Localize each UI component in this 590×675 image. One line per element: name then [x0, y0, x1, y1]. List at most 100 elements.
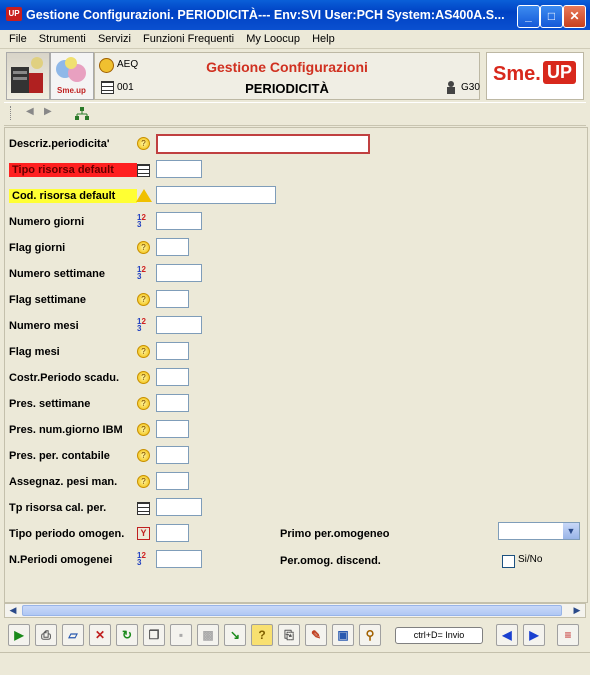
scroll-right-icon[interactable]: ▶ — [570, 604, 584, 617]
scroll-thumb[interactable] — [22, 605, 562, 616]
help-icon[interactable]: ? — [137, 449, 150, 462]
flag-giorni-input[interactable] — [156, 238, 189, 256]
assegnaz-pesi-input[interactable] — [156, 472, 189, 490]
label-numero-mesi: Numero mesi — [9, 320, 79, 332]
table-icon[interactable] — [137, 164, 150, 177]
flag-settimane-input[interactable] — [156, 290, 189, 308]
close-button[interactable]: ✕ — [563, 5, 586, 28]
tipo-periodo-omogen-input[interactable] — [156, 524, 189, 542]
help-icon[interactable]: ? — [137, 293, 150, 306]
image-icon[interactable]: ▣ — [332, 624, 354, 646]
minimize-button[interactable]: _ — [517, 5, 540, 28]
label-primo-per-omogeneo: Primo per.omogeneo — [280, 528, 390, 540]
pres-settimane-input[interactable] — [156, 394, 189, 412]
brand-up: UP — [543, 61, 577, 84]
number-icon[interactable]: 12 3 — [137, 214, 150, 229]
cod-risorsa-input[interactable] — [156, 186, 276, 204]
next-icon[interactable]: ▶ — [523, 624, 545, 646]
status-bar — [0, 652, 590, 675]
number-icon[interactable]: 12 3 — [137, 318, 150, 333]
maximize-button[interactable]: □ — [540, 5, 563, 28]
label-n-periodi-omogenei: N.Periodi omogenei — [9, 554, 113, 566]
label-flag-mesi: Flag mesi — [9, 346, 60, 358]
table-icon[interactable] — [137, 502, 150, 515]
back-arrow-icon[interactable]: ◀ — [26, 106, 34, 117]
menu-file[interactable]: File — [9, 30, 27, 48]
label-assegnaz-pesi: Assegnaz. pesi man. — [9, 476, 118, 488]
label-numero-settimane: Numero settimane — [9, 268, 105, 280]
invio-button[interactable]: ctrl+D= Invio — [395, 627, 483, 644]
label-tipo-periodo-omogen: Tipo periodo omogen. — [9, 528, 125, 540]
help-icon[interactable]: ? — [137, 241, 150, 254]
costr-periodo-input[interactable] — [156, 368, 189, 386]
si-no-checkbox[interactable] — [502, 555, 515, 568]
copy-doc-icon[interactable]: ❐ — [143, 624, 165, 646]
help-icon[interactable]: ? — [251, 624, 273, 646]
label-flag-settimane: Flag settimane — [9, 294, 87, 306]
flag-mesi-input[interactable] — [156, 342, 189, 360]
label-costr-periodo: Costr.Periodo scadu. — [9, 372, 120, 384]
n-periodi-omogenei-input[interactable] — [156, 550, 202, 568]
smeup-logo[interactable]: Sme.up — [50, 52, 94, 100]
form-panel: Descriz.periodicita' ? Tipo risorsa defa… — [4, 127, 588, 603]
group-code: G30 — [461, 82, 480, 93]
run-icon[interactable]: ▶ — [8, 624, 30, 646]
label-tp-risorsa-cal: Tp risorsa cal. per. — [9, 502, 107, 514]
help-icon[interactable]: ? — [137, 371, 150, 384]
pres-num-giorno-input[interactable] — [156, 420, 189, 438]
menu-funzioni-frequenti[interactable]: Funzioni Frequenti — [143, 30, 234, 48]
primo-per-omogeneo-select[interactable]: ▼ — [498, 522, 580, 540]
label-pres-settimane: Pres. settimane — [9, 398, 91, 410]
label-flag-giorni: Flag giorni — [9, 242, 66, 254]
nav-bar: ◀ ▶ — [4, 102, 586, 126]
delete-icon[interactable]: ✕ — [89, 624, 111, 646]
smeup-balls-icon: Sme.up — [56, 57, 86, 95]
menu-my-loocup[interactable]: My Loocup — [246, 30, 300, 48]
forward-arrow-icon[interactable]: ▶ — [44, 106, 52, 117]
tipo-risorsa-input[interactable] — [156, 160, 202, 178]
header-info-box: AEQ 001 Gestione Configurazioni PERIODIC… — [94, 52, 480, 100]
descrizione-input[interactable] — [156, 134, 370, 154]
save-icon[interactable]: ▪ — [170, 624, 192, 646]
note-icon[interactable]: ✎ — [305, 624, 327, 646]
horizontal-scrollbar[interactable]: ◀ ▶ — [4, 603, 586, 618]
paste-icon[interactable]: ⎘ — [278, 624, 300, 646]
numero-mesi-input[interactable] — [156, 316, 202, 334]
pres-per-contabile-input[interactable] — [156, 446, 189, 464]
page-subtitle: PERIODICITÀ — [245, 81, 329, 96]
arrow-down-icon[interactable]: ↘ — [224, 624, 246, 646]
help-icon[interactable]: ? — [137, 397, 150, 410]
chevron-down-icon[interactable]: ▼ — [563, 523, 579, 539]
menu-servizi[interactable]: Servizi — [98, 30, 131, 48]
help-icon[interactable]: ? — [137, 345, 150, 358]
brand-text: Sme. — [493, 63, 541, 85]
tree-icon[interactable] — [74, 106, 90, 125]
numero-giorni-input[interactable] — [156, 212, 202, 230]
menu-strumenti[interactable]: Strumenti — [39, 30, 86, 48]
edit-icon[interactable]: ▱ — [62, 624, 84, 646]
number-icon[interactable]: 12 3 — [137, 266, 150, 281]
prev-icon[interactable]: ◀ — [496, 624, 518, 646]
tp-risorsa-cal-input[interactable] — [156, 498, 202, 516]
print-icon[interactable]: ⎙ — [35, 624, 57, 646]
help-icon[interactable]: ? — [137, 423, 150, 436]
menu-help[interactable]: Help — [312, 30, 335, 48]
title-bar: UP Gestione Configurazioni. PERIODICITÀ-… — [0, 0, 590, 30]
grip-handle — [10, 106, 17, 120]
search-icon[interactable]: ⚲ — [359, 624, 381, 646]
app-icon: UP — [6, 7, 22, 21]
menu-list-icon[interactable]: ≡ — [557, 624, 579, 646]
help-icon[interactable]: ? — [137, 475, 150, 488]
y-icon[interactable]: Y — [137, 527, 150, 540]
label-pres-per-contabile: Pres. per. contabile — [9, 450, 110, 462]
window-title: Gestione Configurazioni. PERIODICITÀ--- … — [26, 8, 505, 22]
help-icon[interactable]: ? — [137, 137, 150, 150]
numero-settimane-input[interactable] — [156, 264, 202, 282]
warning-icon[interactable] — [136, 189, 152, 202]
scroll-left-icon[interactable]: ◀ — [6, 604, 20, 617]
cancel-icon[interactable]: ▩ — [197, 624, 219, 646]
server-icon — [11, 57, 43, 93]
refresh-icon[interactable]: ↻ — [116, 624, 138, 646]
server-logo[interactable] — [6, 52, 50, 100]
number-icon[interactable]: 12 3 — [137, 552, 150, 567]
